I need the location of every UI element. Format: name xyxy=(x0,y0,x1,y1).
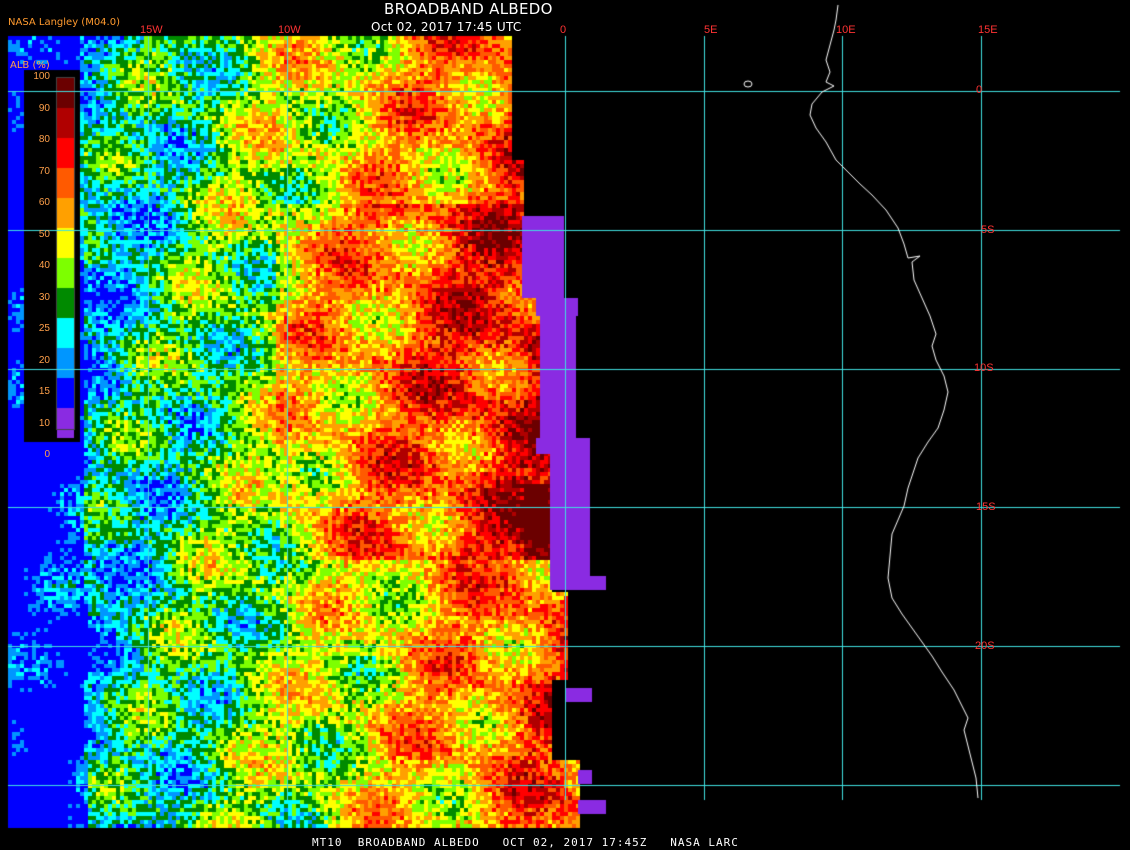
legend-label-90: 90 xyxy=(38,102,50,114)
albedo-map-canvas xyxy=(0,0,1130,850)
footer-caption: MT10 BROADBAND ALBEDO OCT 02, 2017 17:45… xyxy=(312,836,739,849)
credit-label: NASA Langley (M04.0) xyxy=(8,17,120,28)
legend-label-100: 100 xyxy=(33,71,50,82)
map-datetime: Oct 02, 2017 17:45 UTC xyxy=(371,20,522,34)
lon-label-10w: 10W xyxy=(278,24,301,36)
legend-label-60: 60 xyxy=(38,197,50,208)
lat-label-10s: 10S xyxy=(974,362,994,374)
lon-label-0: 0 xyxy=(560,24,567,36)
lat-label-20s: 20S xyxy=(975,640,995,652)
legend-label-0: 0 xyxy=(44,449,50,460)
legend-label-70: 70 xyxy=(38,165,50,177)
legend-label-50: 50 xyxy=(38,228,50,240)
lat-label-0: 0 xyxy=(976,84,983,96)
lon-label-5e: 5E xyxy=(704,24,718,36)
lon-label-10e: 10E xyxy=(836,24,856,36)
legend-label-20: 20 xyxy=(38,354,50,366)
legend-label-80: 80 xyxy=(38,134,50,145)
lon-label-15e: 15E xyxy=(978,24,998,36)
lat-label-15s: 15S xyxy=(976,501,996,513)
legend-label-40: 40 xyxy=(38,260,50,271)
legend-label-15: 15 xyxy=(38,386,50,397)
legend-label-10: 10 xyxy=(38,417,50,429)
legend-title: ALB (%) xyxy=(10,60,50,71)
legend-label-25: 25 xyxy=(38,323,50,334)
lon-label-15w: 15W xyxy=(140,24,163,36)
map-title: BROADBAND ALBEDO xyxy=(384,0,553,18)
legend-label-30: 30 xyxy=(38,291,50,303)
lat-label-5s: 5S xyxy=(981,224,995,236)
